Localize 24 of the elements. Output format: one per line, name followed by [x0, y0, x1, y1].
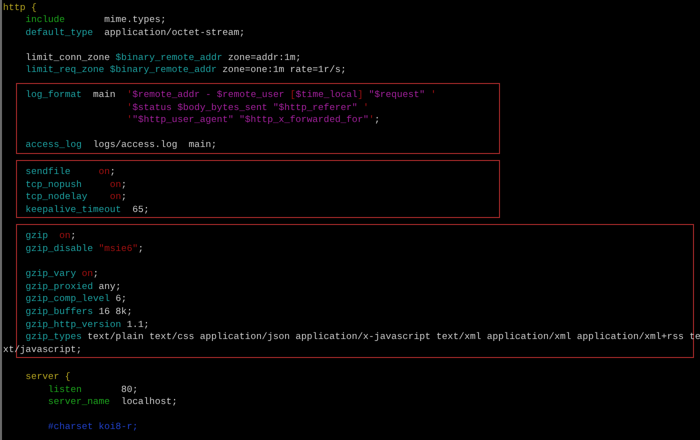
code-line: gzip on;	[26, 230, 76, 243]
code-line: default_type application/octet-stream;	[26, 26, 245, 40]
code-line: '"$http_user_agent" "$http_x_forwarded_for"';	[126, 114, 380, 127]
code-line: server {	[26, 370, 71, 384]
code-line: keepalive_timeout 65;	[26, 204, 150, 216]
code-line: listen 80;	[48, 384, 138, 396]
code-line: server_name localhost;	[48, 396, 178, 409]
code-line: gzip_proxied any;	[26, 280, 122, 294]
code-line: gzip_vary on;	[26, 268, 99, 281]
code-line: gzip_disable "msie6";	[26, 243, 144, 256]
code-line: http {	[3, 2, 37, 14]
code-line: log_format main '$remote_addr - $remote_user [$time_local] "$request" '	[26, 89, 436, 102]
code-line: gzip_comp_level 6;	[26, 293, 127, 306]
code-line: sendfile on;	[26, 166, 116, 179]
code-line: access_log logs/access.log main;	[26, 139, 217, 152]
code-line: '$status $body_bytes_sent "$http_referer" '	[126, 102, 369, 114]
code-line: gzip_buffers 16 8k;	[26, 306, 132, 319]
code-line: limit_req_zone $binary_remote_addr zone=one:1m rate=1r/s;	[26, 64, 346, 78]
code-line: tcp_nopush on;	[26, 178, 127, 192]
code-line: gzip_http_version 1.1;	[26, 318, 150, 332]
code-line: #charset koi8-r;	[48, 421, 138, 434]
code-line: limit_conn_zone $binary_remote_addr zone=addr:1m;	[26, 52, 302, 64]
code-line: include mime.types;	[26, 14, 166, 27]
code-line: tcp_nodelay on;	[26, 191, 127, 204]
